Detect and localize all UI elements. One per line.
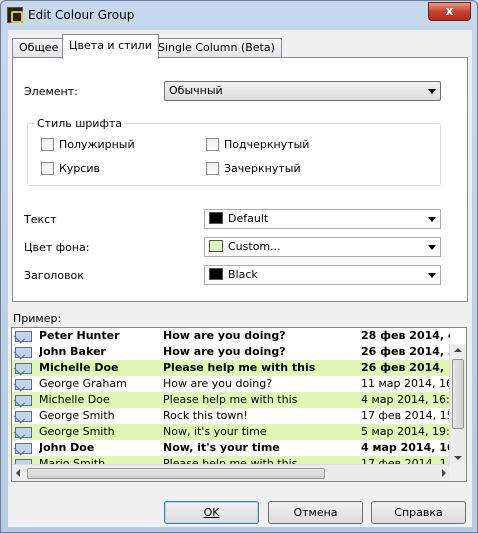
bg-color-value: Custom...	[228, 240, 281, 253]
envelope-icon	[15, 331, 32, 342]
bold-label: Полужирный	[59, 138, 135, 151]
envelope-icon	[15, 395, 32, 406]
dialog-window: Edit Colour Group x Общее Цвета и стили …	[0, 0, 478, 533]
cell-from: John Doe	[39, 441, 95, 454]
scroll-down-icon[interactable]	[454, 456, 462, 460]
bg-color-dropdown[interactable]: Custom...	[204, 237, 441, 257]
bg-color-label: Цвет фона:	[24, 241, 90, 254]
cell-date: 26 фев 2014, 5	[361, 345, 450, 358]
font-style-group: Стиль шрифта Полужирный Подчеркнутый Кур…	[27, 117, 441, 186]
list-item[interactable]: George Smith Now, it's your time 5 мар 201…	[12, 424, 450, 440]
header-color-label: Заголовок	[24, 269, 84, 282]
cell-from: George Graham	[39, 377, 127, 390]
cancel-button[interactable]: Отмена	[268, 501, 363, 524]
list-item[interactable]: Michelle Doe Please help me with this 26 ф…	[12, 360, 450, 376]
cell-from: George Smith	[39, 409, 115, 422]
header-color-swatch	[209, 268, 223, 280]
text-color-value: Default	[228, 212, 269, 225]
cell-from: Michelle Doe	[39, 393, 110, 406]
ok-button-label: OK	[203, 506, 220, 519]
envelope-icon	[15, 411, 32, 422]
envelope-icon	[15, 363, 32, 374]
cell-date: 11 мар 2014, 16	[361, 377, 450, 390]
ok-button[interactable]: OK	[164, 501, 259, 524]
element-label: Элемент:	[24, 85, 78, 98]
checkbox-box	[206, 138, 219, 151]
cell-subject: How are you doing?	[163, 329, 286, 342]
cell-subject: Now, it's your time	[163, 425, 267, 438]
tab-strip: Общее Цвета и стили Single Column (Beta)	[12, 34, 468, 59]
help-button[interactable]: Справка	[371, 501, 466, 524]
cell-date: 17 фев 2014, 15	[361, 409, 450, 422]
envelope-icon	[15, 347, 32, 358]
list-item[interactable]: John Doe Now, it's your time 4 мар 2014, 1…	[12, 440, 450, 456]
cell-from: John Baker	[39, 345, 106, 358]
bold-checkbox[interactable]: Полужирный	[41, 138, 135, 151]
cell-date: 26 фев 2014, 1	[361, 361, 450, 374]
envelope-icon	[15, 443, 32, 454]
checkbox-box	[41, 162, 54, 175]
font-style-title: Стиль шрифта	[35, 117, 124, 130]
scrollbar-corner	[449, 464, 466, 481]
chevron-down-icon	[428, 217, 436, 222]
close-button[interactable]: x	[428, 2, 471, 21]
cell-date: 4 мар 2014, 16	[361, 441, 450, 454]
preview-label: Пример:	[13, 312, 62, 325]
cell-subject: Please help me with this	[163, 361, 316, 374]
list-item[interactable]: George Graham How are you doing? 11 мар 20…	[12, 376, 450, 392]
checkbox-box	[41, 138, 54, 151]
italic-label: Курсив	[59, 162, 100, 175]
cell-from: George Smith	[39, 425, 115, 438]
underline-label: Подчеркнутый	[224, 138, 310, 151]
element-value: Обычный	[169, 84, 223, 97]
element-dropdown[interactable]: Обычный	[164, 81, 441, 101]
tab-panel: Элемент: Обычный Стиль шрифта Полужирный…	[12, 57, 468, 302]
cell-subject: Now, it's your time	[163, 441, 280, 454]
cell-from: Peter Hunter	[39, 329, 120, 342]
cell-date: 5 мар 2014, 19:	[361, 425, 450, 438]
cell-subject: Please help me with this	[163, 393, 298, 406]
list-item[interactable]: John Baker How are you doing? 26 фев 2014,…	[12, 344, 450, 360]
strikethrough-label: Зачеркнутый	[224, 162, 301, 175]
bg-color-swatch	[209, 240, 223, 252]
header-color-value: Black	[228, 268, 258, 281]
window-title: Edit Colour Group	[28, 8, 135, 22]
dialog-client: Общее Цвета и стили Single Column (Beta)…	[8, 30, 472, 527]
tab-single-column[interactable]: Single Column (Beta)	[151, 38, 282, 58]
scroll-thumb[interactable]	[452, 359, 464, 429]
preview-list: Peter Hunter How are you doing? 28 фев 201…	[11, 327, 467, 482]
cell-date: 28 фев 2014, 4	[361, 329, 450, 342]
envelope-icon	[15, 379, 32, 390]
list-item[interactable]: Peter Hunter How are you doing? 28 фев 201…	[12, 328, 450, 344]
list-item[interactable]: George Smith Rock this town! 17 фев 2014, …	[12, 408, 450, 424]
chevron-down-icon	[428, 245, 436, 250]
text-color-label: Текст	[24, 213, 57, 226]
text-color-dropdown[interactable]: Default	[204, 209, 441, 229]
list-item[interactable]: Michelle Doe Please help me with this 4 ма…	[12, 392, 450, 408]
text-color-swatch	[209, 212, 223, 224]
italic-checkbox[interactable]: Курсив	[41, 162, 100, 175]
underline-checkbox[interactable]: Подчеркнутый	[206, 138, 309, 151]
title-bar[interactable]: Edit Colour Group x	[1, 1, 477, 29]
chevron-down-icon	[428, 89, 436, 94]
header-color-dropdown[interactable]: Black	[204, 265, 441, 285]
cell-subject: How are you doing?	[163, 345, 286, 358]
envelope-icon	[15, 427, 32, 438]
vertical-scrollbar[interactable]	[449, 344, 466, 464]
scroll-left-icon[interactable]	[16, 469, 20, 477]
hscroll-thumb[interactable]	[27, 468, 325, 479]
cell-subject: How are you doing?	[163, 377, 273, 390]
app-icon	[7, 7, 23, 23]
cell-from: Michelle Doe	[39, 361, 119, 374]
cell-date: 4 мар 2014, 16:	[361, 393, 450, 406]
cell-subject: Rock this town!	[163, 409, 248, 422]
checkbox-box	[206, 162, 219, 175]
horizontal-scrollbar[interactable]	[12, 464, 450, 481]
strikethrough-checkbox[interactable]: Зачеркнутый	[206, 162, 301, 175]
tab-general[interactable]: Общее	[12, 38, 66, 58]
tab-colors-styles[interactable]: Цвета и стили	[62, 34, 159, 59]
scroll-right-icon[interactable]	[442, 469, 446, 477]
chevron-down-icon	[428, 273, 436, 278]
scroll-up-icon[interactable]	[454, 348, 462, 352]
